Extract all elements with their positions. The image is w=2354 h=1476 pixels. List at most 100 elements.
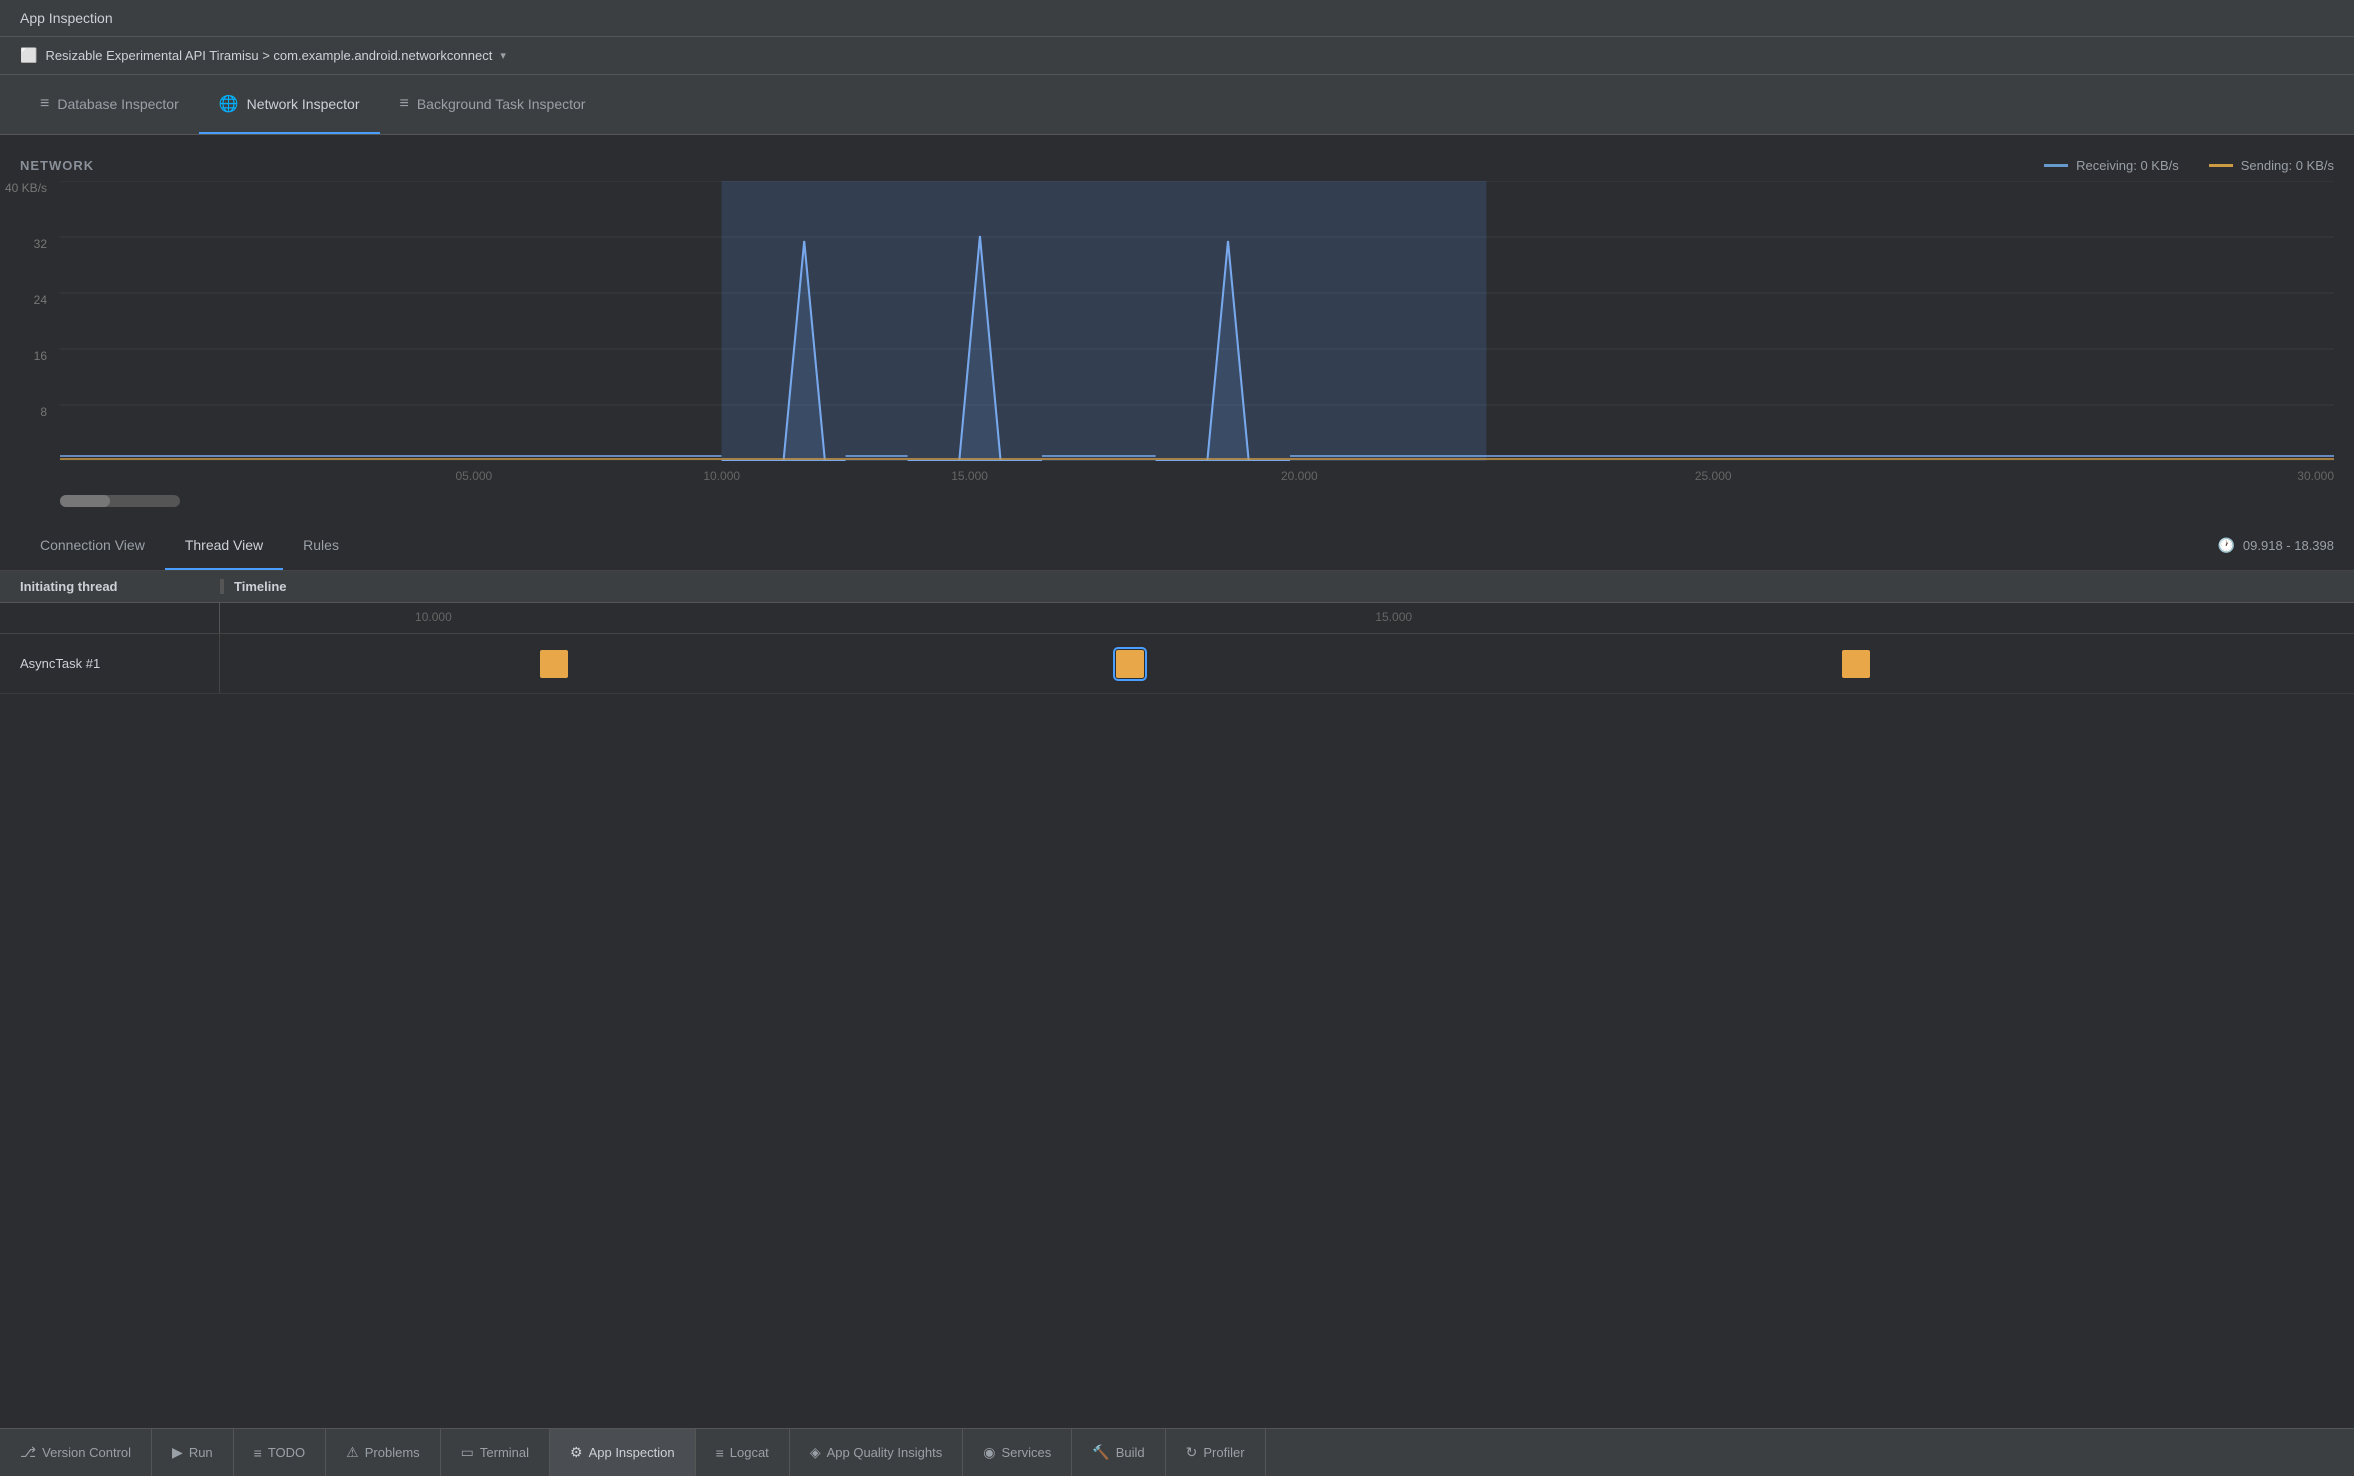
thread-name: AsyncTask #1 [20, 656, 100, 671]
toolbar-problems[interactable]: ⚠ Problems [326, 1429, 440, 1476]
chart-selection-region [722, 181, 1487, 461]
toolbar-build[interactable]: 🔨 Build [1072, 1429, 1165, 1476]
run-label: Run [189, 1445, 213, 1460]
time-tick-30: 30.000 [2297, 469, 2334, 483]
legend-sending-line [2209, 164, 2233, 167]
todo-label: TODO [268, 1445, 305, 1460]
network-chart-svg [60, 181, 2334, 461]
toolbar-logcat[interactable]: ≡ Logcat [696, 1429, 790, 1476]
toolbar-version-control[interactable]: ⎇ Version Control [0, 1429, 152, 1476]
view-tabs: Connection View Thread View Rules 🕐 09.9… [0, 521, 2354, 571]
app-quality-label: App Quality Insights [827, 1445, 943, 1460]
task-block-2-selected[interactable] [1116, 650, 1144, 678]
time-tick-15: 15.000 [951, 469, 988, 483]
table-row: AsyncTask #1 [0, 634, 2354, 694]
toolbar-run[interactable]: ▶ Run [152, 1429, 234, 1476]
scrollbar-thumb[interactable] [60, 495, 110, 507]
profiler-icon: ↻ [1186, 1444, 1198, 1461]
network-header: NETWORK Receiving: 0 KB/s Sending: 0 KB/… [0, 158, 2354, 173]
app-inspection-icon: ⚙ [570, 1444, 583, 1461]
problems-label: Problems [365, 1445, 420, 1460]
terminal-label: Terminal [480, 1445, 529, 1460]
time-range-display: 🕐 09.918 - 18.398 [2217, 537, 2334, 554]
cell-thread-asynctask: AsyncTask #1 [0, 634, 220, 693]
todo-icon: ≡ [254, 1445, 262, 1461]
th-timeline: 10.000 15.000 [220, 603, 2354, 633]
bottom-toolbar: ⎇ Version Control ▶ Run ≡ TODO ⚠ Problem… [0, 1428, 2354, 1476]
network-title: NETWORK [20, 158, 94, 173]
tab-connection-view[interactable]: Connection View [20, 521, 165, 570]
network-inspector-label: Network Inspector [247, 96, 360, 112]
database-inspector-icon: ≡ [40, 95, 49, 113]
table-header: Initiating thread Timeline [0, 571, 2354, 603]
toolbar-todo[interactable]: ≡ TODO [234, 1429, 327, 1476]
problems-icon: ⚠ [346, 1444, 359, 1461]
device-dropdown-arrow[interactable]: ▾ [500, 49, 506, 62]
rules-label: Rules [303, 537, 339, 553]
device-label: Resizable Experimental API Tiramisu > co… [45, 48, 492, 63]
y-label-40: 40 KB/s [5, 181, 47, 195]
network-area: NETWORK Receiving: 0 KB/s Sending: 0 KB/… [0, 143, 2354, 521]
col-header-timeline: Timeline [224, 579, 2354, 594]
device-bar[interactable]: ⬜ Resizable Experimental API Tiramisu > … [0, 37, 2354, 75]
database-inspector-label: Database Inspector [57, 96, 178, 112]
toolbar-terminal[interactable]: ▭ Terminal [441, 1429, 550, 1476]
legend-sending-label: Sending: 0 KB/s [2241, 158, 2334, 173]
task-block-1[interactable] [540, 650, 568, 678]
y-label-24: 24 [5, 293, 47, 307]
thread-view-label: Thread View [185, 537, 263, 553]
time-tick-20: 20.000 [1281, 469, 1318, 483]
chart-legend: Receiving: 0 KB/s Sending: 0 KB/s [2044, 158, 2334, 173]
legend-receiving: Receiving: 0 KB/s [2044, 158, 2179, 173]
time-axis: 05.000 10.000 15.000 20.000 25.000 30.00… [60, 461, 2334, 491]
time-range-label: 09.918 - 18.398 [2243, 538, 2334, 553]
build-label: Build [1116, 1445, 1145, 1460]
toolbar-services[interactable]: ◉ Services [963, 1429, 1072, 1476]
background-inspector-icon: ≡ [400, 95, 409, 113]
app-inspection-label: App Inspection [589, 1445, 675, 1460]
tab-thread-view[interactable]: Thread View [165, 521, 283, 570]
services-label: Services [1001, 1445, 1051, 1460]
col-header-thread: Initiating thread [0, 579, 220, 594]
th-spacer [0, 603, 220, 633]
toolbar-profiler[interactable]: ↻ Profiler [1166, 1429, 1266, 1476]
separator [0, 135, 2354, 143]
terminal-icon: ▭ [461, 1444, 474, 1461]
legend-sending: Sending: 0 KB/s [2209, 158, 2334, 173]
toolbar-app-quality[interactable]: ◈ App Quality Insights [790, 1429, 963, 1476]
services-icon: ◉ [983, 1444, 995, 1461]
version-control-label: Version Control [42, 1445, 131, 1460]
profiler-label: Profiler [1203, 1445, 1244, 1460]
time-tick-10: 10.000 [703, 469, 740, 483]
title-bar: App Inspection [0, 0, 2354, 37]
version-control-icon: ⎇ [20, 1444, 36, 1461]
connection-view-label: Connection View [40, 537, 145, 553]
tab-network-inspector[interactable]: 🌐 Network Inspector [199, 75, 380, 134]
network-inspector-icon: 🌐 [219, 94, 239, 114]
clock-icon: 🕐 [2217, 537, 2234, 554]
tab-rules[interactable]: Rules [283, 521, 359, 570]
device-icon: ⬜ [20, 47, 37, 64]
y-label-8: 8 [5, 405, 47, 419]
time-tick-5: 05.000 [456, 469, 493, 483]
timeline-marker-10: 10.000 [415, 610, 452, 624]
title-label: App Inspection [20, 10, 113, 26]
timeline-header-row: 10.000 15.000 [0, 603, 2354, 634]
y-label-16: 16 [5, 349, 47, 363]
build-icon: 🔨 [1092, 1444, 1109, 1461]
scrollbar-track[interactable] [60, 495, 180, 507]
background-inspector-label: Background Task Inspector [417, 96, 586, 112]
tab-background-task-inspector[interactable]: ≡ Background Task Inspector [380, 75, 606, 134]
inspector-tabs: ≡ Database Inspector 🌐 Network Inspector… [0, 75, 2354, 135]
logcat-icon: ≡ [716, 1445, 724, 1461]
tab-database-inspector[interactable]: ≡ Database Inspector [20, 75, 199, 134]
task-block-3[interactable] [1842, 650, 1870, 678]
run-icon: ▶ [172, 1444, 183, 1461]
toolbar-app-inspection[interactable]: ⚙ App Inspection [550, 1429, 696, 1476]
cell-timeline [220, 634, 2354, 693]
time-tick-25: 25.000 [1695, 469, 1732, 483]
logcat-label: Logcat [730, 1445, 769, 1460]
y-label-32: 32 [5, 237, 47, 251]
scrollbar-area[interactable] [60, 491, 2334, 511]
legend-receiving-label: Receiving: 0 KB/s [2076, 158, 2179, 173]
